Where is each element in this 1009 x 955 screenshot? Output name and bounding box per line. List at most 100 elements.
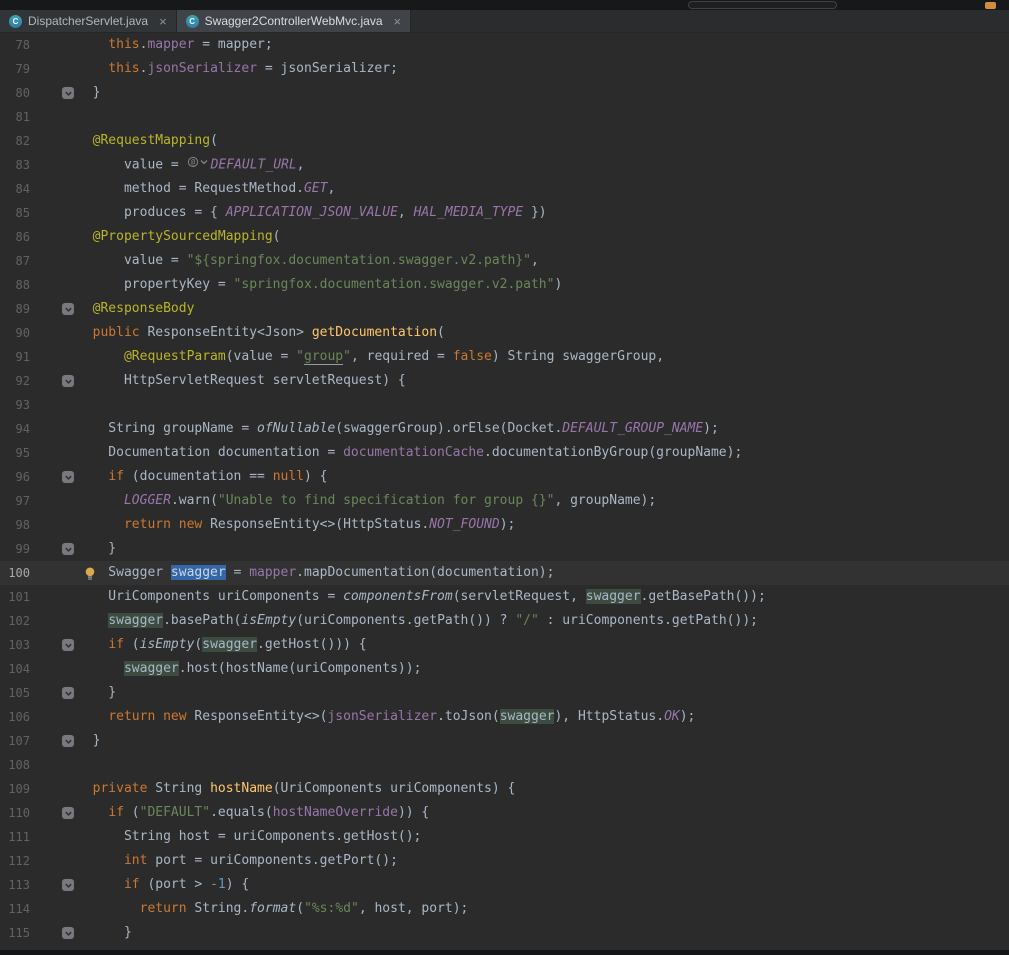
code-line[interactable]: 103 if (isEmpty(swagger.getHost())) {: [0, 633, 1009, 657]
line-number[interactable]: 109: [0, 777, 30, 801]
line-number[interactable]: 86: [0, 225, 30, 249]
editor-gutter[interactable]: 100: [0, 561, 77, 585]
code-line[interactable]: 96 if (documentation == null) {: [0, 465, 1009, 489]
code-text[interactable]: if ("DEFAULT".equals(hostNameOverride)) …: [77, 801, 1009, 825]
code-text[interactable]: if (documentation == null) {: [77, 465, 1009, 489]
editor-gutter[interactable]: 78: [0, 33, 77, 57]
line-number[interactable]: 105: [0, 681, 30, 705]
line-number[interactable]: 101: [0, 585, 30, 609]
code-line[interactable]: 111 String host = uriComponents.getHost(…: [0, 825, 1009, 849]
editor-gutter[interactable]: 109: [0, 777, 77, 801]
editor-gutter[interactable]: 83: [0, 153, 77, 177]
code-line[interactable]: 106 return new ResponseEntity<>(jsonSeri…: [0, 705, 1009, 729]
code-text[interactable]: HttpServletRequest servletRequest) {: [77, 369, 1009, 393]
editor-gutter[interactable]: 108: [0, 753, 77, 777]
code-line[interactable]: 109 private String hostName(UriComponent…: [0, 777, 1009, 801]
code-line[interactable]: 87 value = "${springfox.documentation.sw…: [0, 249, 1009, 273]
line-number[interactable]: 104: [0, 657, 30, 681]
fold-marker-icon[interactable]: [62, 807, 74, 819]
line-number[interactable]: 95: [0, 441, 30, 465]
line-number[interactable]: 106: [0, 705, 30, 729]
code-text[interactable]: produces = { APPLICATION_JSON_VALUE, HAL…: [77, 201, 1009, 225]
editor-gutter[interactable]: 94: [0, 417, 77, 441]
tab-close-icon[interactable]: ×: [394, 15, 402, 28]
code-line[interactable]: 79 this.jsonSerializer = jsonSerializer;: [0, 57, 1009, 81]
code-line[interactable]: 102 swagger.basePath(isEmpty(uriComponen…: [0, 609, 1009, 633]
code-text[interactable]: }: [77, 729, 1009, 753]
line-number[interactable]: 99: [0, 537, 30, 561]
editor-tab[interactable]: CSwagger2ControllerWebMvc.java×: [177, 10, 411, 32]
code-line[interactable]: 78 this.mapper = mapper;: [0, 33, 1009, 57]
code-text[interactable]: [77, 753, 1009, 777]
line-number[interactable]: 113: [0, 873, 30, 897]
code-text[interactable]: public ResponseEntity<Json> getDocumenta…: [77, 321, 1009, 345]
line-number[interactable]: 82: [0, 129, 30, 153]
editor-gutter[interactable]: 84: [0, 177, 77, 201]
code-text[interactable]: swagger.basePath(isEmpty(uriComponents.g…: [77, 609, 1009, 633]
editor-gutter[interactable]: 87: [0, 249, 77, 273]
fold-marker-icon[interactable]: [62, 639, 74, 651]
code-text[interactable]: @PropertySourcedMapping(: [77, 225, 1009, 249]
code-line[interactable]: 98 return new ResponseEntity<>(HttpStatu…: [0, 513, 1009, 537]
code-line[interactable]: 92 HttpServletRequest servletRequest) {: [0, 369, 1009, 393]
editor-gutter[interactable]: 88: [0, 273, 77, 297]
editor-gutter[interactable]: 102: [0, 609, 77, 633]
code-line[interactable]: 84 method = RequestMethod.GET,: [0, 177, 1009, 201]
code-line[interactable]: 105 }: [0, 681, 1009, 705]
code-line[interactable]: 99 }: [0, 537, 1009, 561]
code-line[interactable]: 95 Documentation documentation = documen…: [0, 441, 1009, 465]
fold-marker-icon[interactable]: [62, 687, 74, 699]
editor-gutter[interactable]: 104: [0, 657, 77, 681]
editor-gutter[interactable]: 101: [0, 585, 77, 609]
editor-pane[interactable]: 78 this.mapper = mapper;79 this.jsonSeri…: [0, 33, 1009, 950]
line-number[interactable]: 84: [0, 177, 30, 201]
code-line[interactable]: 83 value = @DEFAULT_URL,: [0, 153, 1009, 177]
code-text[interactable]: int port = uriComponents.getPort();: [77, 849, 1009, 873]
line-number[interactable]: 114: [0, 897, 30, 921]
code-text[interactable]: String groupName = ofNullable(swaggerGro…: [77, 417, 1009, 441]
editor-tab[interactable]: CDispatcherServlet.java×: [0, 10, 177, 32]
editor-gutter[interactable]: 90: [0, 321, 77, 345]
code-line[interactable]: 104 swagger.host(hostName(uriComponents)…: [0, 657, 1009, 681]
editor-gutter[interactable]: 112: [0, 849, 77, 873]
editor-gutter[interactable]: 111: [0, 825, 77, 849]
line-number[interactable]: 97: [0, 489, 30, 513]
editor-gutter[interactable]: 95: [0, 441, 77, 465]
code-text[interactable]: method = RequestMethod.GET,: [77, 177, 1009, 201]
code-text[interactable]: if (isEmpty(swagger.getHost())) {: [77, 633, 1009, 657]
line-number[interactable]: 80: [0, 81, 30, 105]
code-line[interactable]: 113 if (port > -1) {: [0, 873, 1009, 897]
editor-gutter[interactable]: 81: [0, 105, 77, 129]
intention-bulb-icon[interactable]: [84, 566, 96, 580]
line-number[interactable]: 91: [0, 345, 30, 369]
code-text[interactable]: UriComponents uriComponents = components…: [77, 585, 1009, 609]
code-line[interactable]: 91 @RequestParam(value = "group", requir…: [0, 345, 1009, 369]
code-line[interactable]: 110 if ("DEFAULT".equals(hostNameOverrid…: [0, 801, 1009, 825]
line-number[interactable]: 93: [0, 393, 30, 417]
fold-marker-icon[interactable]: [62, 927, 74, 939]
code-line[interactable]: 80 }: [0, 81, 1009, 105]
code-text[interactable]: }: [77, 81, 1009, 105]
code-line[interactable]: 88 propertyKey = "springfox.documentatio…: [0, 273, 1009, 297]
line-number[interactable]: 78: [0, 33, 30, 57]
line-number[interactable]: 107: [0, 729, 30, 753]
code-lines[interactable]: 78 this.mapper = mapper;79 this.jsonSeri…: [0, 33, 1009, 950]
code-text[interactable]: propertyKey = "springfox.documentation.s…: [77, 273, 1009, 297]
code-text[interactable]: }: [77, 921, 1009, 945]
editor-gutter[interactable]: 97: [0, 489, 77, 513]
code-line[interactable]: 97 LOGGER.warn("Unable to find specifica…: [0, 489, 1009, 513]
fold-marker-icon[interactable]: [62, 303, 74, 315]
code-text[interactable]: return new ResponseEntity<>(jsonSerializ…: [77, 705, 1009, 729]
tab-close-icon[interactable]: ×: [159, 15, 167, 28]
line-number[interactable]: 83: [0, 153, 30, 177]
code-line[interactable]: 101 UriComponents uriComponents = compon…: [0, 585, 1009, 609]
editor-gutter[interactable]: 106: [0, 705, 77, 729]
code-text[interactable]: return new ResponseEntity<>(HttpStatus.N…: [77, 513, 1009, 537]
line-number[interactable]: 110: [0, 801, 30, 825]
code-text[interactable]: String host = uriComponents.getHost();: [77, 825, 1009, 849]
ide-status-icon[interactable]: [985, 2, 996, 9]
fold-marker-icon[interactable]: [62, 471, 74, 483]
line-number[interactable]: 102: [0, 609, 30, 633]
editor-gutter[interactable]: 98: [0, 513, 77, 537]
line-number[interactable]: 85: [0, 201, 30, 225]
